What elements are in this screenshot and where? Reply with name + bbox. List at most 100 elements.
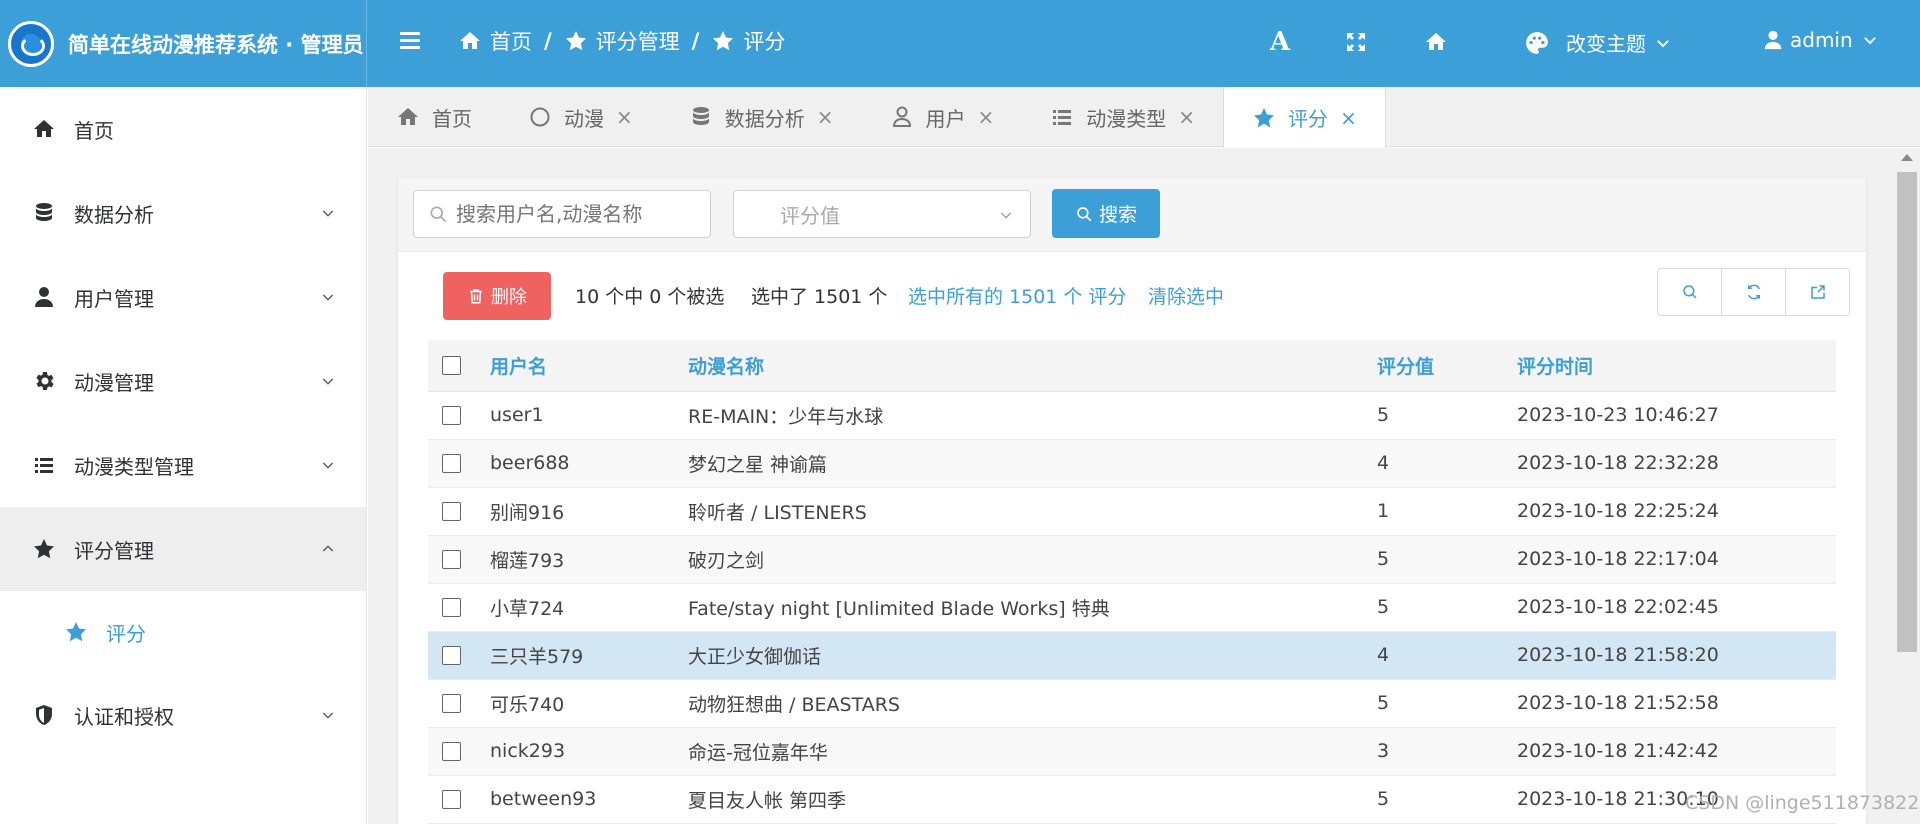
fullscreen-icon[interactable] [1342, 28, 1370, 56]
sidebar-subitem-rating[interactable]: 评分 [0, 591, 366, 673]
tab-anime-type[interactable]: 动漫类型 × [1022, 87, 1223, 147]
home-icon [34, 120, 54, 137]
close-icon[interactable]: × [1178, 105, 1195, 129]
home-icon[interactable] [1422, 28, 1450, 56]
user-icon [892, 106, 911, 127]
cell-username: 可乐740 [490, 679, 688, 728]
sidebar-item-anime-type-management[interactable]: 动漫类型管理 [0, 423, 366, 507]
cell-rating-time: 2023-10-18 22:17:04 [1517, 535, 1836, 584]
refresh-button[interactable] [1722, 269, 1786, 315]
export-button[interactable] [1786, 269, 1849, 315]
table-row[interactable]: user1 RE-MAIN：少年与水球 5 2023-10-23 10:46:2… [428, 391, 1836, 440]
cell-anime-name: Fate/stay night [Unlimited Blade Works] … [688, 583, 1377, 632]
theme-switcher[interactable]: 改变主题 [1524, 28, 1672, 57]
sidebar-item-data-analysis[interactable]: 数据分析 [0, 171, 366, 255]
row-checkbox[interactable] [442, 742, 461, 761]
search-icon [1682, 285, 1697, 299]
database-icon [36, 203, 52, 221]
sidebar-item-anime-management[interactable]: 动漫管理 [0, 339, 366, 423]
cell-rating-time: 2023-10-18 22:02:45 [1517, 583, 1836, 632]
shield-icon [36, 705, 52, 725]
scroll-up-arrow-icon[interactable] [1901, 154, 1913, 161]
search-input[interactable] [456, 202, 696, 226]
brand[interactable]: 简单在线动漫推荐系统 · 管理员 [0, 0, 367, 87]
column-header-username[interactable]: 用户名 [490, 340, 688, 392]
breadcrumb-rating[interactable]: 评分 [711, 26, 785, 56]
tab-user[interactable]: 用户 × [862, 87, 1023, 147]
close-icon[interactable]: × [978, 105, 995, 129]
cell-rating-time: 2023-10-18 21:42:42 [1517, 727, 1836, 776]
table-row[interactable]: 榴莲793 破刃之剑 5 2023-10-18 22:17:04 [428, 535, 1836, 584]
menu-toggle-icon[interactable] [400, 32, 420, 50]
sidebar-item-user-management[interactable]: 用户管理 [0, 255, 366, 339]
export-icon [1810, 285, 1825, 299]
table-row[interactable]: 可乐740 动物狂想曲 / BEASTARS 5 2023-10-18 21:5… [428, 679, 1836, 728]
delete-button[interactable]: 删除 [443, 272, 551, 320]
breadcrumb-rating-management[interactable]: 评分管理 [564, 26, 680, 56]
select-all-checkbox[interactable] [442, 356, 461, 376]
table-row[interactable]: between93 夏目友人帐 第四季 5 2023-10-18 21:30:1… [428, 775, 1836, 824]
scroll-thumb[interactable] [1897, 172, 1917, 652]
table-row[interactable]: beer688 梦幻之星 神谕篇 4 2023-10-18 22:32:28 [428, 439, 1836, 488]
column-header-rating-time[interactable]: 评分时间 [1517, 340, 1836, 392]
table-row[interactable]: nick293 命运-冠位嘉年华 3 2023-10-18 21:42:42 [428, 727, 1836, 776]
chevron-down-icon [322, 462, 334, 469]
row-checkbox[interactable] [442, 454, 461, 473]
sidebar-item-home[interactable]: 首页 [0, 87, 366, 171]
cell-username: beer688 [490, 439, 688, 488]
table-row[interactable]: 别闹916 聆听者 / LISTENERS 1 2023-10-18 22:25… [428, 487, 1836, 536]
home-icon [398, 108, 418, 125]
font-size-icon[interactable]: A [1266, 27, 1294, 57]
sidebar: 首页 数据分析 用户管理 动漫管理 动漫类型管理 评分管理 评分 认证和授权 [0, 87, 367, 824]
tab-data-analysis[interactable]: 数据分析 × [661, 87, 862, 147]
breadcrumb: 首页 / 评分管理 / 评分 [458, 26, 785, 56]
user-menu[interactable]: admin [1762, 28, 1879, 52]
cell-anime-name: 梦幻之星 神谕篇 [688, 439, 1377, 488]
tab-rating[interactable]: 评分 × [1223, 87, 1386, 148]
score-select[interactable]: 评分值 [733, 190, 1031, 238]
list-icon [35, 458, 53, 473]
table-row[interactable]: 小草724 Fate/stay night [Unlimited Blade W… [428, 583, 1836, 632]
tab-anime[interactable]: 动漫 × [500, 87, 661, 147]
sidebar-item-auth[interactable]: 认证和授权 [0, 673, 366, 757]
refresh-icon [1747, 284, 1760, 300]
row-checkbox[interactable] [442, 598, 461, 617]
cell-username: 小草724 [490, 583, 688, 632]
rating-panel: 评分值 搜索 删除 10 个中 0 个被选 选中了 1501 个 选中所有的 1… [398, 178, 1866, 824]
row-checkbox[interactable] [442, 550, 461, 569]
tab-home[interactable]: 首页 [368, 87, 500, 147]
table-row[interactable]: 三只羊579 大正少女御伽话 4 2023-10-18 21:58:20 [428, 631, 1836, 680]
top-header: 简单在线动漫推荐系统 · 管理员 首页 / 评分管理 / 评分 A 改变主题 a… [0, 0, 1920, 87]
sidebar-item-rating-management[interactable]: 评分管理 [0, 507, 366, 591]
select-all-link[interactable]: 选中所有的 1501 个 评分 [908, 282, 1126, 309]
table-tools [1657, 268, 1850, 316]
selection-status: 10 个中 0 个被选 [575, 286, 725, 308]
row-checkbox[interactable] [442, 406, 461, 425]
close-icon[interactable]: × [817, 105, 834, 129]
cell-anime-name: 动物狂想曲 / BEASTARS [688, 679, 1377, 728]
cell-score: 5 [1377, 583, 1517, 632]
breadcrumb-home[interactable]: 首页 [458, 26, 532, 56]
search-toggle-button[interactable] [1658, 269, 1722, 315]
chevron-down-icon [1000, 212, 1012, 219]
cell-username: user1 [490, 391, 688, 440]
clear-selection-link[interactable]: 清除选中 [1148, 282, 1224, 309]
column-header-score[interactable]: 评分值 [1377, 340, 1517, 392]
row-checkbox[interactable] [442, 646, 461, 665]
table-header-row: 用户名 动漫名称 评分值 评分时间 [428, 340, 1836, 392]
column-header-anime-name[interactable]: 动漫名称 [688, 340, 1377, 392]
cell-username: nick293 [490, 727, 688, 776]
chevron-down-icon [322, 378, 334, 385]
close-icon[interactable]: × [616, 105, 633, 129]
row-checkbox[interactable] [442, 502, 461, 521]
row-checkbox[interactable] [442, 694, 461, 713]
search-field[interactable] [413, 190, 711, 238]
breadcrumb-separator: / [691, 29, 700, 53]
search-icon [430, 206, 447, 223]
vertical-scrollbar[interactable] [1897, 152, 1917, 824]
user-icon [1764, 30, 1782, 50]
search-button[interactable]: 搜索 [1052, 189, 1160, 238]
close-icon[interactable]: × [1340, 106, 1357, 130]
row-checkbox[interactable] [442, 790, 461, 809]
cell-score: 5 [1377, 679, 1517, 728]
